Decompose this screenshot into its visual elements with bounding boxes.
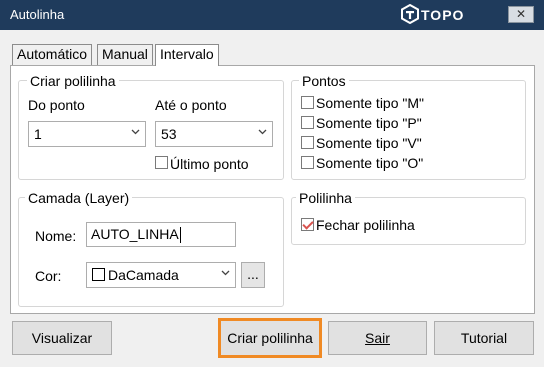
window-title: Autolinha [10, 7, 65, 22]
tutorial-button[interactable]: Tutorial [434, 321, 534, 355]
pontos-legend: Pontos [299, 73, 349, 89]
criar-polilinha-label: Criar polilinha [227, 330, 313, 346]
tipo-m-label[interactable]: Somente tipo "M" [316, 95, 424, 111]
cor-select[interactable]: DaCamada [86, 262, 236, 288]
topo-logo-icon [400, 3, 420, 25]
title-bar: Autolinha TOPO ✕ [0, 0, 544, 30]
color-swatch [92, 268, 105, 281]
tipo-v-checkbox[interactable] [301, 136, 314, 149]
polilinha-legend: Polilinha [296, 190, 355, 206]
chevron-down-icon [258, 128, 267, 136]
tab-automatico[interactable]: Automático [12, 44, 93, 65]
tab-label: Manual [102, 46, 148, 62]
sair-button[interactable]: Sair [328, 321, 427, 355]
tipo-v-label[interactable]: Somente tipo "V" [316, 135, 422, 151]
tab-label: Automático [17, 46, 88, 62]
tab-intervalo[interactable]: Intervalo [155, 44, 219, 66]
chevron-down-icon [131, 128, 140, 136]
fechar-polilinha-label[interactable]: Fechar polilinha [316, 217, 415, 233]
ate-ponto-select[interactable]: 53 [155, 121, 273, 147]
tipo-m-checkbox[interactable] [301, 96, 314, 109]
ellipsis-icon: ... [247, 266, 259, 282]
chevron-down-icon [221, 269, 230, 277]
tipo-o-checkbox[interactable] [301, 156, 314, 169]
do-ponto-value: 1 [34, 126, 42, 142]
do-ponto-select[interactable]: 1 [28, 121, 146, 147]
tutorial-label: Tutorial [460, 330, 508, 346]
fechar-polilinha-checkbox[interactable] [301, 218, 314, 231]
ate-ponto-label: Até o ponto [155, 97, 227, 113]
cor-label: Cor: [35, 268, 62, 284]
camada-legend: Camada (Layer) [25, 190, 133, 206]
color-picker-button[interactable]: ... [241, 262, 265, 288]
nome-value: AUTO_LINHA [91, 226, 179, 242]
tab-label: Intervalo [160, 46, 214, 62]
criar-polilinha-legend: Criar polilinha [27, 73, 119, 89]
ultimo-ponto-label[interactable]: Último ponto [170, 156, 249, 172]
tipo-p-checkbox[interactable] [301, 116, 314, 129]
nome-input[interactable]: AUTO_LINHA [86, 222, 236, 247]
close-icon: ✕ [515, 7, 527, 21]
nome-label: Nome: [35, 228, 77, 244]
text-caret [179, 227, 181, 244]
brand-name: TOPO [421, 7, 465, 23]
close-button[interactable]: ✕ [508, 6, 534, 23]
camada-group [18, 197, 284, 307]
tipo-p-label[interactable]: Somente tipo "P" [316, 115, 422, 131]
criar-polilinha-button[interactable]: Criar polilinha [218, 318, 322, 358]
do-ponto-label: Do ponto [28, 97, 85, 113]
sair-label: Sair [365, 330, 390, 346]
tipo-o-label[interactable]: Somente tipo "O" [316, 155, 423, 171]
visualizar-label: Visualizar [31, 330, 93, 346]
ultimo-ponto-checkbox[interactable] [155, 156, 168, 169]
ate-ponto-value: 53 [161, 126, 177, 142]
tab-manual[interactable]: Manual [97, 44, 153, 65]
cor-value: DaCamada [108, 267, 179, 283]
visualizar-button[interactable]: Visualizar [12, 321, 112, 355]
